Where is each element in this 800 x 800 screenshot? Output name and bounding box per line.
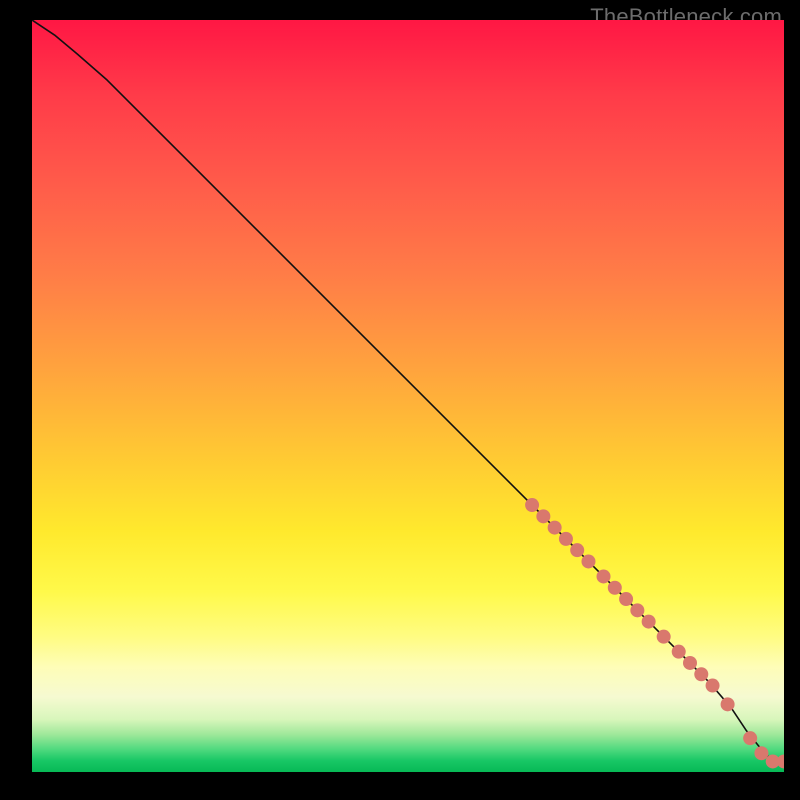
- data-point: [657, 630, 671, 644]
- data-point: [608, 581, 622, 595]
- data-point: [597, 569, 611, 583]
- data-point: [754, 746, 768, 760]
- bottleneck-curve: [32, 20, 784, 761]
- data-point: [548, 521, 562, 535]
- data-point: [683, 656, 697, 670]
- chart-stage: TheBottleneck.com: [0, 0, 800, 800]
- chart-svg: [32, 20, 784, 772]
- data-point: [619, 592, 633, 606]
- data-point: [630, 603, 644, 617]
- data-point: [581, 554, 595, 568]
- data-point: [559, 532, 573, 546]
- data-point: [721, 697, 735, 711]
- data-point: [642, 615, 656, 629]
- data-point: [694, 667, 708, 681]
- data-point: [777, 754, 784, 768]
- data-point: [536, 509, 550, 523]
- plot-area: [32, 20, 784, 772]
- data-point: [672, 645, 686, 659]
- data-point: [525, 498, 539, 512]
- data-point: [570, 543, 584, 557]
- data-point: [706, 679, 720, 693]
- data-point: [743, 731, 757, 745]
